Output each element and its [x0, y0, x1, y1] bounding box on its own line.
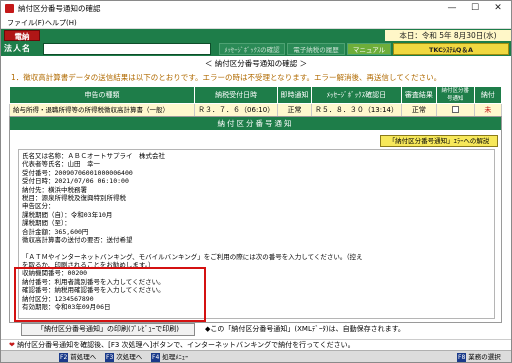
f3-button[interactable]: F3 次処理へ	[105, 352, 142, 362]
app-window: 納付区分番号通知の確認 — ☐ ✕ ファイル(F) ヘルプ(H) 電納 本日：令…	[0, 0, 512, 363]
autosave-note: ◆この「納付区分番号通知」(XMLﾃﾞｰﾀ)は、自動保存されます。	[205, 325, 405, 333]
payment-info-highlight	[14, 267, 206, 322]
cell-instant-notice: 正常	[277, 103, 312, 117]
print-button[interactable]: 「納付区分番号通知」の印刷(ﾌﾟﾚﾋﾞｭｰで印刷)	[21, 323, 195, 336]
header-nav: 法人名 ﾒｯｾｰｼﾞﾎﾞｯｸｽの確認 電子納税の履歴 マニュアル TKCｼｽﾃﾑ…	[1, 42, 511, 56]
menu-bar: ファイル(F) ヘルプ(H)	[1, 17, 511, 29]
notice-line: 課税期間（自）：令和03年10月	[22, 210, 113, 219]
menu-file[interactable]: ファイル(F)	[7, 18, 45, 28]
tab-tkc-qa[interactable]: TKCｼｽﾃﾑQ＆A	[393, 43, 509, 55]
minimize-button[interactable]: —	[441, 2, 463, 15]
notice-line: 課税期間（至）：	[22, 219, 71, 228]
f8-key: F8	[457, 353, 467, 362]
cell-received-at: Ｒ３．７．６（06:10）	[194, 103, 279, 117]
col-declaration-type: 申告の種類	[8, 86, 196, 104]
col-review-result: 審査結果	[401, 86, 437, 104]
corp-name-label: 法人名	[4, 44, 31, 53]
cell-message-checked: Ｒ５．８．３０（13:14）	[310, 103, 403, 117]
f2-label: 前処理へ	[70, 353, 97, 361]
status-message: 納付区分番号通知を確認後、[F3 次処理へ]ボタンで、インターネットバンキングで…	[17, 341, 355, 349]
window-title: 納付区分番号通知の確認	[18, 4, 101, 13]
f4-button[interactable]: F4 処理ﾒﾆｭｰ	[151, 352, 188, 362]
notice-line: 受付番号：20090706001000006400	[22, 168, 133, 177]
notice-panel-title: 納付区分番号通知	[10, 117, 501, 130]
result-notice: 1．徴収高計算書データの送信結果は以下のとおりです。エラーの時は不受理となります…	[11, 73, 442, 82]
maximize-button[interactable]: ☐	[464, 2, 486, 15]
page-title: ＜ 納付区分番号通知の確認 ＞	[204, 59, 308, 68]
table-header-row: 申告の種類 納税受付日時 即時通知 ﾒｯｾｰｼﾞﾎﾞｯｸｽ確認日 審査結果 納付…	[8, 86, 503, 104]
notice-line: 徴収高計算書の送付の要否：送付希望	[22, 235, 133, 244]
notice-line: 合計金額：365,600円	[22, 227, 89, 236]
tab-message-box[interactable]: ﾒｯｾｰｼﾞﾎﾞｯｸｽの確認	[219, 43, 285, 55]
app-icon	[5, 4, 14, 13]
status-arrow-icon: ❤	[9, 341, 15, 349]
table-row[interactable]: 給与所得・退職所得等の所得税徴収高計算書（一般） Ｒ３．７．６（06:10） 正…	[8, 103, 503, 117]
summary-table: 申告の種類 納税受付日時 即時通知 ﾒｯｾｰｼﾞﾎﾞｯｸｽ確認日 審査結果 納付…	[8, 86, 503, 117]
close-button[interactable]: ✕	[487, 2, 509, 15]
notice-line: 「ＡＴＭやインターネットバンキング、モバイルバンキング」をご利用の際には次の番号…	[22, 252, 363, 261]
today-date: 本日：令和 5年 8月30日(水)	[385, 30, 511, 41]
col-instant-notice: 即時通知	[277, 86, 312, 104]
notice-line: 申告区分：	[22, 202, 55, 211]
col-message-checked: ﾒｯｾｰｼﾞﾎﾞｯｸｽ確認日	[310, 86, 403, 104]
f4-label: 処理ﾒﾆｭｰ	[162, 353, 189, 361]
tab-manual[interactable]: マニュアル	[347, 43, 391, 55]
notice-line: 受付日時：2021/07/06 06:10:00	[22, 177, 129, 186]
f4-key: F4	[151, 353, 161, 362]
f2-button[interactable]: F2 前処理へ	[59, 352, 96, 362]
notice-line: 納付先：横浜中税務署	[22, 185, 87, 194]
cell-payment: 未	[473, 103, 503, 117]
col-payment: 納付	[473, 86, 503, 104]
notice-line: 税目：源泉所得税及復興特別所得税	[22, 193, 126, 202]
f2-key: F2	[59, 353, 69, 362]
f8-button[interactable]: F8 業務の選択	[457, 352, 501, 362]
function-key-bar: F2 前処理へ F3 次処理へ F4 処理ﾒﾆｭｰ F8 業務の選択	[1, 350, 511, 362]
title-bar: 納付区分番号通知の確認 — ☐ ✕	[1, 1, 511, 17]
panel-footer: 「納付区分番号通知」の印刷(ﾌﾟﾚﾋﾞｭｰで印刷) ◆この「納付区分番号通知」(…	[9, 320, 502, 336]
menu-help[interactable]: ヘルプ(H)	[45, 18, 77, 28]
f3-label: 次処理へ	[116, 353, 143, 361]
f3-key: F3	[105, 353, 115, 362]
cell-payment-number-notice	[435, 103, 475, 117]
notice-line: 代表者等氏名：山田 幸一	[22, 160, 100, 169]
corp-name-value	[43, 43, 211, 55]
error-help-button[interactable]: 「納付区分番号通知」ｴﾗｰへの解説	[380, 135, 498, 147]
cell-declaration-type: 給与所得・退職所得等の所得税徴収高計算書（一般）	[8, 103, 196, 117]
cell-review-result: 正常	[401, 103, 437, 117]
help-button-row: 「納付区分番号通知」ｴﾗｰへの解説	[10, 133, 501, 149]
status-bar: ❤ 納付区分番号通知を確認後、[F3 次処理へ]ボタンで、インターネットバンキン…	[1, 339, 511, 350]
notice-line	[22, 244, 491, 252]
header-top: 電納 本日：令和 5年 8月30日(水)	[1, 29, 511, 42]
tab-payment-history[interactable]: 電子納税の履歴	[287, 43, 345, 55]
col-received-at: 納税受付日時	[194, 86, 279, 104]
col-payment-number-notice: 納付区分番号通知	[435, 86, 475, 104]
f8-label: 業務の選択	[468, 353, 501, 361]
notice-select-indicator[interactable]	[451, 106, 459, 113]
status-badge: 電納	[4, 30, 40, 41]
